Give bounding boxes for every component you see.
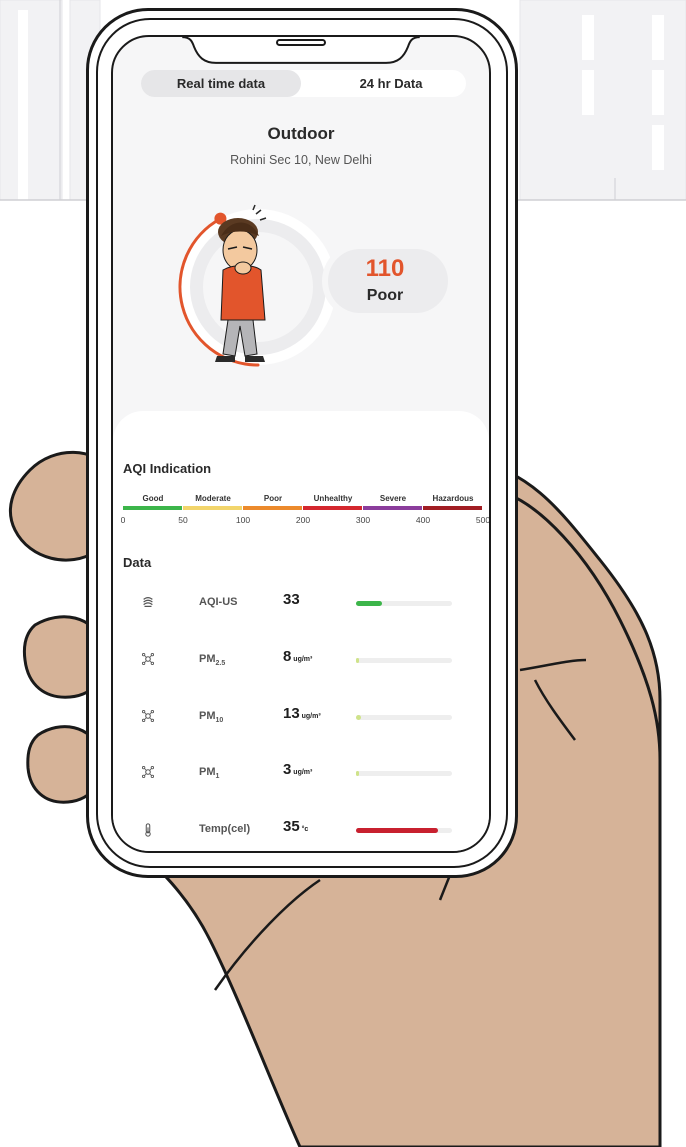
pollutant-unit: ug/m³ bbox=[291, 656, 313, 663]
aqi-icon bbox=[141, 595, 157, 611]
aqi-level-label: Hazardous bbox=[432, 494, 474, 503]
phone-speaker bbox=[276, 39, 326, 46]
pollutant-value: 13 ug/m³ bbox=[283, 705, 321, 722]
aqi-level-label: Poor bbox=[263, 494, 283, 503]
tab-24-hr-data[interactable]: 24 hr Data bbox=[336, 70, 446, 97]
pollutant-level-fill bbox=[356, 601, 382, 606]
pollutant-name: PM10 bbox=[199, 710, 224, 725]
aqi-level-bar bbox=[243, 506, 302, 510]
aqi-scale-tick: 50 bbox=[178, 515, 188, 525]
app-screen: Real time data 24 hr Data Outdoor Rohini… bbox=[111, 35, 491, 853]
pollutant-row: Temp(cel) 35 °c bbox=[113, 812, 489, 851]
data-mode-tabs: Real time data 24 hr Data bbox=[141, 70, 466, 97]
pollutant-name: AQI-US bbox=[199, 596, 238, 608]
data-section-title: Data bbox=[123, 555, 152, 570]
pollutant-level-fill bbox=[356, 715, 361, 720]
tab-real-time-data[interactable]: Real time data bbox=[141, 70, 301, 97]
particle-icon bbox=[141, 652, 157, 668]
pollutant-level-bar bbox=[356, 828, 452, 833]
aqi-scale-tick: 100 bbox=[235, 515, 251, 525]
aqi-level-bar bbox=[303, 506, 362, 510]
aqi-level-label: Unhealthy bbox=[313, 494, 353, 503]
pollutant-value: 3 ug/m³ bbox=[283, 761, 313, 778]
pollutant-level-bar bbox=[356, 658, 452, 663]
pollutant-unit: °c bbox=[299, 826, 309, 833]
pollutant-row: PM1 3 ug/m³ bbox=[113, 755, 489, 795]
aqi-level-bar bbox=[123, 506, 182, 510]
aqi-scale-tick: 300 bbox=[355, 515, 371, 525]
pollutant-level-fill bbox=[356, 771, 359, 776]
pollutant-level-fill bbox=[356, 658, 359, 663]
aqi-level-label: Severe bbox=[379, 494, 407, 503]
pollutant-value: 35 °c bbox=[283, 818, 309, 835]
pollutant-level-fill bbox=[356, 828, 438, 833]
pollutant-row: PM2.5 8 ug/m³ bbox=[113, 642, 489, 682]
aqi-value: 110 bbox=[365, 255, 405, 282]
aqi-level-bar bbox=[423, 506, 482, 510]
pollutant-value: 8 ug/m³ bbox=[283, 648, 313, 665]
pollutant-unit: ug/m³ bbox=[299, 713, 321, 720]
aqi-scale-tick: 400 bbox=[415, 515, 431, 525]
particle-icon bbox=[141, 709, 157, 725]
aqi-level-bar bbox=[183, 506, 242, 510]
aqi-level-label: Moderate bbox=[195, 494, 231, 503]
aqi-scale-tick: 0 bbox=[120, 515, 126, 525]
pollutant-row: PM10 13 ug/m³ bbox=[113, 699, 489, 739]
location-title: Outdoor bbox=[267, 124, 335, 143]
pollutant-level-bar bbox=[356, 771, 452, 776]
pollutant-name: PM1 bbox=[199, 766, 220, 781]
pollutant-level-bar bbox=[356, 601, 452, 606]
aqi-scale-tick: 500 bbox=[475, 515, 491, 525]
aqi-level-label: Good bbox=[142, 494, 164, 503]
aqi-scale-tick: 200 bbox=[295, 515, 311, 525]
pollutant-name: PM2.5 bbox=[199, 653, 226, 668]
pollutant-value: 33 bbox=[283, 591, 300, 608]
location-subtitle: Rohini Sec 10, New Delhi bbox=[230, 153, 372, 167]
aqi-indication-title: AQI Indication bbox=[123, 461, 212, 476]
pollutant-unit: ug/m³ bbox=[291, 769, 313, 776]
pollutant-row: AQI-US 33 bbox=[113, 585, 489, 625]
aqi-level-bar bbox=[363, 506, 422, 510]
aqi-category: Poor bbox=[366, 287, 404, 304]
thermometer-icon bbox=[141, 822, 157, 838]
pollutant-name: Temp(cel) bbox=[199, 823, 251, 835]
particle-icon bbox=[141, 765, 157, 781]
pollutant-level-bar bbox=[356, 715, 452, 720]
